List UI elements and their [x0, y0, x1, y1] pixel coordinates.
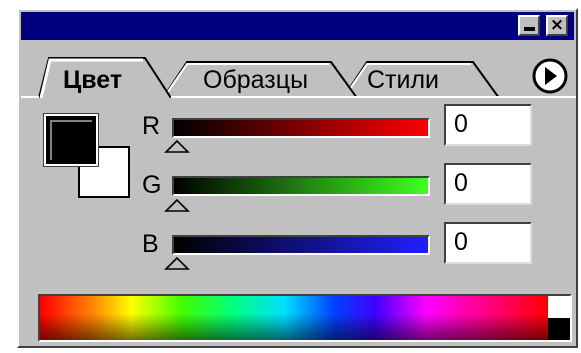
channel-r-input[interactable]: 0	[444, 104, 532, 146]
slider-b-thumb[interactable]	[164, 256, 190, 270]
slider-g-thumb[interactable]	[164, 198, 190, 212]
slider-r-gradient	[174, 120, 428, 136]
channel-b-input[interactable]: 0	[444, 222, 532, 264]
right-arrow-menu-icon	[532, 58, 568, 94]
panel-menu-button[interactable]	[530, 56, 570, 96]
tab-bar: Цвет Образцы Стили	[21, 42, 576, 98]
spectrum-gradient[interactable]	[40, 296, 548, 340]
tab-styles[interactable]: Стили	[367, 66, 439, 94]
slider-b-gradient	[174, 237, 428, 253]
channel-label-g: G	[142, 171, 162, 199]
close-button[interactable]: ×	[546, 15, 568, 36]
spectrum-white-swatch[interactable]	[548, 296, 570, 318]
spectrum-black-swatch[interactable]	[548, 318, 570, 340]
panel-title-bar[interactable]: ×	[21, 12, 574, 40]
slider-g-gradient	[174, 178, 428, 194]
tab-color[interactable]: Цвет	[63, 66, 122, 94]
slider-r[interactable]	[172, 118, 430, 138]
minimize-button[interactable]	[518, 15, 540, 36]
slider-b[interactable]	[172, 235, 430, 255]
foreground-color-swatch[interactable]	[43, 113, 99, 167]
slider-g[interactable]	[172, 176, 430, 196]
channel-g-input[interactable]: 0	[444, 163, 532, 205]
tab-swatches[interactable]: Образцы	[203, 66, 308, 94]
slider-r-thumb[interactable]	[164, 139, 190, 153]
foreground-color-fill	[50, 120, 92, 160]
color-spectrum-bar[interactable]	[38, 294, 572, 342]
minimize-icon	[523, 26, 535, 31]
channel-label-r: R	[142, 112, 161, 140]
channel-label-b: B	[142, 230, 159, 258]
